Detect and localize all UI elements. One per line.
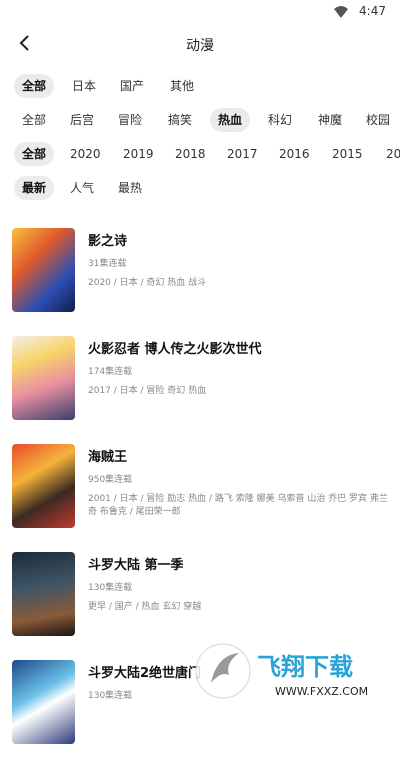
item-meta: 2017 / 日本 / 冒险 奇幻 热血 [88,386,207,396]
year-chip-2020[interactable]: 2020 [62,142,109,166]
genre-filter-row: 全部 后宫 冒险 搞笑 热血 科幻 神魔 校园 [0,104,400,138]
region-chip-china[interactable]: 国产 [112,74,152,98]
genre-chip-all[interactable]: 全部 [14,108,54,132]
genre-chip-scifi[interactable]: 科幻 [260,108,300,132]
status-bar: 4:47 [0,0,400,24]
wifi-icon [334,6,348,18]
list-item[interactable]: 火影忍者 博人传之火影次世代 174集连载 2017 / 日本 / 冒险 奇幻 … [0,330,400,438]
watermark-url: WWW.FXXZ.COM [275,685,368,698]
year-chip-2016[interactable]: 2016 [271,142,318,166]
year-chip-2015[interactable]: 2015 [324,142,371,166]
poster-image[interactable] [12,660,75,744]
year-chip-cut[interactable]: 20 [378,142,400,166]
genre-chip-comedy[interactable]: 搞笑 [160,108,200,132]
genre-chip-adventure[interactable]: 冒险 [110,108,150,132]
sort-chip-hottest[interactable]: 最热 [110,176,150,200]
app-header: 动漫 [0,24,400,64]
item-title: 火影忍者 博人传之火影次世代 [88,342,262,357]
list-item[interactable]: 影之诗 31集连载 2020 / 日本 / 奇幻 热血 战斗 [0,222,400,330]
list-item[interactable]: 海贼王 950集连载 2001 / 日本 / 冒险 励志 热血 / 路飞 索隆 … [0,438,400,546]
item-episodes: 950集连载 [88,475,133,485]
item-episodes: 130集连载 [88,691,133,701]
year-chip-all[interactable]: 全部 [14,142,55,166]
sort-filter-row: 最新 人气 最热 [0,172,400,206]
item-title: 斗罗大陆2绝世唐门 [88,666,202,681]
genre-chip-mythic[interactable]: 神魔 [310,108,350,132]
poster-image[interactable] [12,228,75,312]
sort-chip-popular[interactable]: 人气 [62,176,102,200]
region-filter-row: 全部 日本 国产 其他 [0,70,400,104]
region-chip-other[interactable]: 其他 [162,74,202,98]
year-chip-2019[interactable]: 2019 [115,142,162,166]
item-title: 影之诗 [88,234,128,249]
item-meta: 更早 / 国产 / 热血 玄幻 穿越 [88,602,202,612]
poster-image[interactable] [12,444,75,528]
poster-image[interactable] [12,552,75,636]
sort-chip-latest[interactable]: 最新 [14,176,55,200]
item-title: 斗罗大陆 第一季 [88,558,184,573]
item-episodes: 130集连载 [88,583,133,593]
list-item[interactable]: 斗罗大陆 第一季 130集连载 更早 / 国产 / 热血 玄幻 穿越 [0,546,400,654]
region-chip-all[interactable]: 全部 [14,74,55,98]
item-title: 海贼王 [88,450,128,465]
region-chip-japan[interactable]: 日本 [64,74,104,98]
year-filter-row: 全部 2020 2019 2018 2017 2016 2015 20 [0,138,400,172]
year-chip-2017[interactable]: 2017 [219,142,266,166]
watermark-brand: 飞翔下载 [257,653,353,681]
item-episodes: 174集连载 [88,367,133,377]
page-title: 动漫 [186,38,214,54]
item-meta: 2020 / 日本 / 奇幻 热血 战斗 [88,278,207,288]
watermark-logo: 飞翔下载 WWW.FXXZ.COM [195,643,368,699]
status-time: 4:47 [359,4,386,18]
genre-chip-hot-blood[interactable]: 热血 [210,108,251,132]
year-chip-2018[interactable]: 2018 [167,142,214,166]
poster-image[interactable] [12,336,75,420]
item-episodes: 31集连载 [88,259,127,269]
item-meta: 2001 / 日本 / 冒险 励志 热血 / 路飞 索隆 娜美 乌索普 山治 乔… [88,494,388,517]
genre-chip-harem[interactable]: 后宫 [62,108,102,132]
genre-chip-campus[interactable]: 校园 [358,108,398,132]
